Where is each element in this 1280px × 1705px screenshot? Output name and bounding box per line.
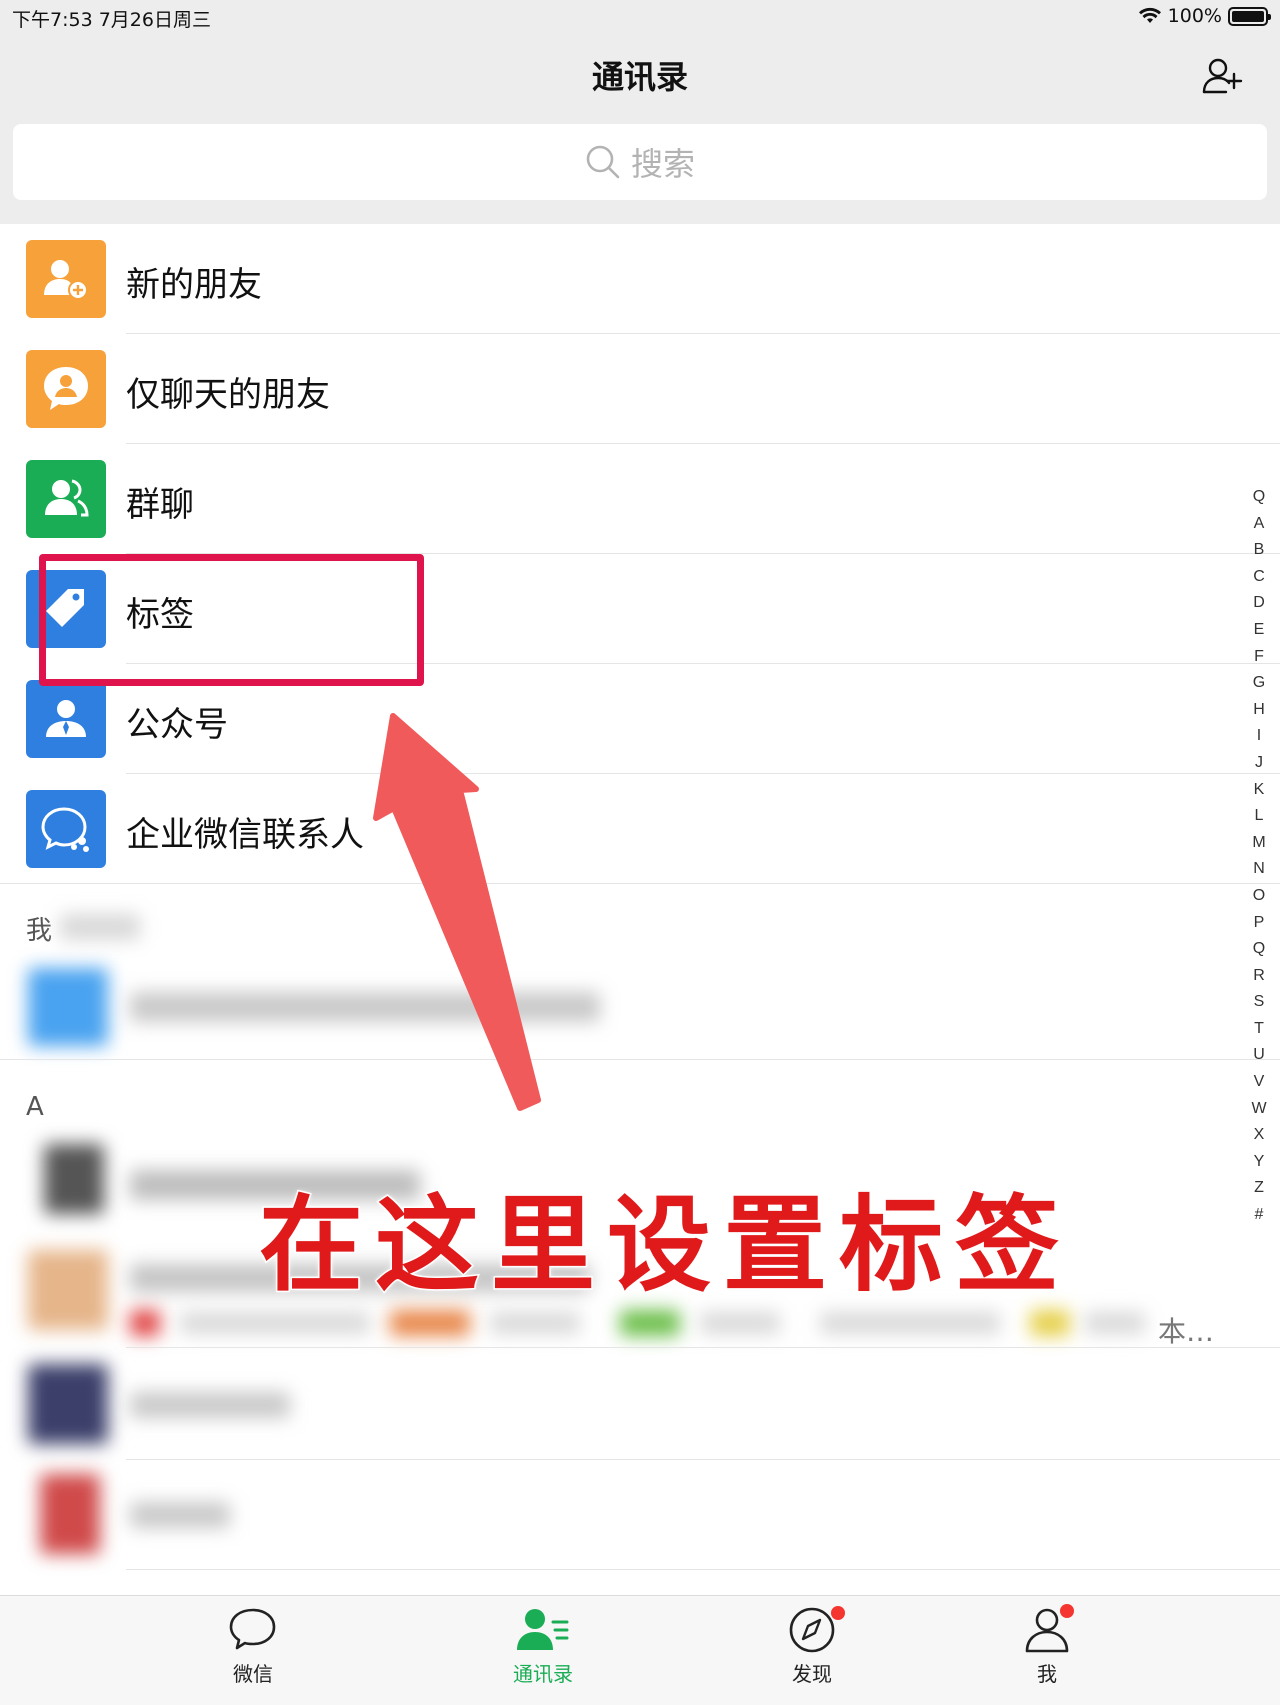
blurred-tag [180, 1312, 370, 1334]
index-letter[interactable]: B [1254, 537, 1265, 564]
tab-label: 通讯录 [513, 1662, 573, 1686]
blurred-tag [820, 1312, 1000, 1334]
list-item-label: 企业微信联系人 [126, 815, 364, 855]
divider [126, 1459, 1280, 1460]
section-header-a: A [26, 1092, 44, 1122]
list-item-label: 公众号 [126, 705, 228, 745]
blurred-tag [700, 1312, 780, 1334]
list-item-group-chats[interactable]: 群聊 [0, 444, 1280, 554]
index-letter[interactable]: K [1254, 777, 1265, 804]
status-bar: 下午7:53 7月26日周三 100% [0, 0, 1280, 34]
index-letter[interactable]: N [1253, 856, 1265, 883]
annotation-text: 在这里设置标签 [257, 1183, 1072, 1308]
wifi-icon [1138, 7, 1161, 23]
blurred-section-name [60, 914, 140, 940]
list-item-label: 新的朋友 [126, 265, 262, 305]
chat-only-friend-icon [26, 350, 106, 428]
index-letter[interactable]: L [1255, 803, 1264, 830]
list-item-label: 仅聊天的朋友 [126, 375, 330, 415]
truncated-text: 本… [1158, 1315, 1215, 1348]
index-letter[interactable]: E [1254, 617, 1265, 644]
wecom-contact-icon [26, 790, 106, 868]
index-letter[interactable]: F [1254, 644, 1264, 671]
index-letter[interactable]: Q [1253, 484, 1265, 511]
highlight-box [39, 554, 424, 686]
index-letter[interactable]: Q [1253, 936, 1265, 963]
index-letter[interactable]: Y [1254, 1149, 1265, 1176]
index-letter[interactable]: C [1253, 564, 1265, 591]
battery-percent: 100% [1167, 5, 1222, 27]
page-title: 通讯录 [591, 58, 688, 96]
alphabet-index[interactable]: Q A B C D E F G H I J K L M N O P Q R S T U V W X Y Z # [1248, 484, 1270, 1229]
index-letter[interactable]: S [1254, 989, 1265, 1016]
tab-label: 微信 [233, 1662, 273, 1686]
index-letter[interactable]: U [1253, 1042, 1265, 1069]
list-item-new-friends[interactable]: 新的朋友 [0, 224, 1280, 334]
index-letter[interactable]: H [1253, 697, 1265, 724]
blurred-avatar [28, 968, 108, 1046]
blurred-contact-name [130, 1502, 230, 1528]
search-placeholder: 搜索 [630, 145, 695, 183]
index-letter[interactable]: R [1253, 963, 1265, 990]
tab-chats[interactable]: 微信 [173, 1606, 333, 1687]
tab-discover[interactable]: 发现 [732, 1606, 892, 1687]
blurred-tag [390, 1310, 470, 1336]
list-item-wecom-contacts[interactable]: 企业微信联系人 [0, 774, 1280, 884]
list-item-chat-only-friends[interactable]: 仅聊天的朋友 [0, 334, 1280, 444]
tab-label: 发现 [792, 1662, 832, 1686]
search-icon [586, 145, 620, 179]
index-letter[interactable]: # [1255, 1202, 1264, 1229]
blurred-tag [620, 1310, 680, 1336]
divider [126, 1347, 1280, 1348]
add-contact-icon[interactable] [1200, 54, 1244, 98]
index-letter[interactable]: P [1254, 910, 1265, 937]
index-letter[interactable]: I [1257, 723, 1261, 750]
tab-label: 我 [1037, 1662, 1057, 1686]
divider [0, 883, 1280, 884]
blurred-avatar [28, 1364, 108, 1444]
index-letter[interactable]: V [1254, 1069, 1265, 1096]
index-letter[interactable]: M [1252, 830, 1265, 857]
nav-bar: 通讯录 [0, 34, 1280, 120]
index-letter[interactable]: D [1253, 590, 1265, 617]
new-friend-icon [26, 240, 106, 318]
compass-icon [789, 1607, 835, 1653]
index-letter[interactable]: W [1251, 1096, 1266, 1123]
status-time: 下午7:53 7月26日周三 [12, 9, 211, 31]
chat-bubble-icon [229, 1608, 276, 1650]
blurred-contact-name [130, 992, 600, 1022]
divider [0, 1059, 1280, 1060]
blurred-avatar [44, 1144, 104, 1214]
index-letter[interactable]: J [1255, 750, 1263, 777]
official-account-icon [26, 680, 106, 758]
status-right: 100% [1138, 5, 1271, 27]
blurred-tag [490, 1312, 580, 1334]
index-letter[interactable]: X [1254, 1122, 1265, 1149]
blurred-tag [1085, 1312, 1145, 1334]
index-letter[interactable]: A [1254, 511, 1265, 538]
index-letter[interactable]: T [1254, 1016, 1264, 1043]
group-chat-icon [26, 460, 106, 538]
section-header-mine: 我 [26, 916, 53, 946]
discover-badge [831, 1606, 845, 1620]
index-letter[interactable]: Z [1254, 1175, 1264, 1202]
divider [126, 1569, 1280, 1570]
blurred-avatar [40, 1474, 100, 1554]
tab-bar: 微信 通讯录 发现 我 [0, 1595, 1280, 1705]
battery-icon [1228, 6, 1271, 26]
tab-me[interactable]: 我 [967, 1604, 1127, 1687]
search-input[interactable]: 搜索 [13, 124, 1267, 200]
blurred-avatar [28, 1250, 108, 1330]
tab-contacts[interactable]: 通讯录 [463, 1606, 623, 1687]
me-badge [1060, 1604, 1074, 1618]
blurred-contact-name [130, 1392, 290, 1418]
blurred-tag [1030, 1310, 1070, 1336]
index-letter[interactable]: O [1253, 883, 1265, 910]
contacts-list: 新的朋友 仅聊天的朋友 群聊 标签 公众号 企业微信联系人 我 A [0, 224, 1280, 1595]
list-item-label: 群聊 [126, 485, 194, 525]
contacts-icon [517, 1609, 569, 1650]
blurred-tag [130, 1310, 160, 1336]
index-letter[interactable]: G [1253, 670, 1265, 697]
